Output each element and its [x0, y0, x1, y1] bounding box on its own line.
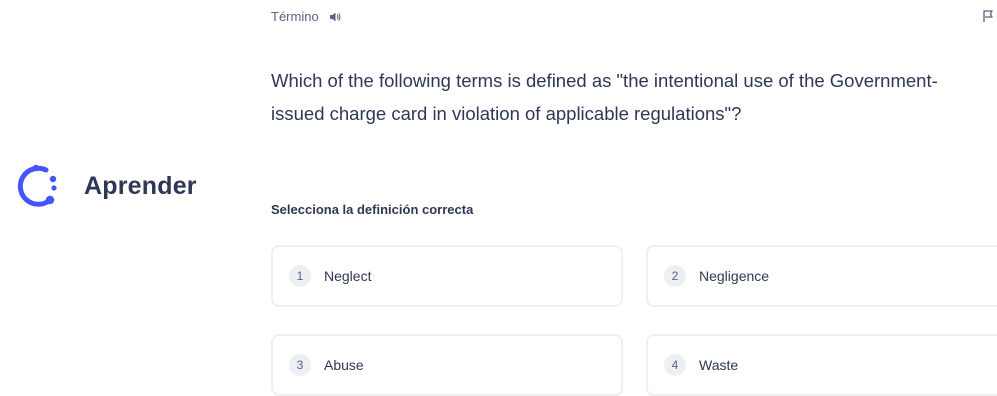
term-header: Término [271, 9, 342, 24]
learn-mode-header: Aprender [10, 160, 197, 212]
option-label: Waste [699, 357, 739, 373]
learn-mode-icon [17, 164, 57, 207]
option-number-badge: 1 [289, 265, 311, 287]
flag-icon[interactable] [981, 9, 995, 23]
answer-option-1[interactable]: 1 Neglect [271, 245, 623, 307]
question-text: Which of the following terms is defined … [271, 70, 938, 124]
answer-prompt: Selecciona la definición correcta [271, 202, 474, 217]
option-number-badge: 2 [664, 265, 686, 287]
option-label: Negligence [699, 268, 770, 284]
option-number-badge: 4 [664, 354, 686, 376]
option-number-badge: 3 [289, 354, 311, 376]
speaker-icon[interactable] [328, 10, 342, 24]
option-label: Abuse [324, 357, 364, 373]
option-label: Neglect [324, 268, 372, 284]
answer-option-2[interactable]: 2 Negligence [646, 245, 997, 307]
learn-mode-title: Aprender [84, 171, 197, 200]
term-label: Término [271, 9, 319, 24]
